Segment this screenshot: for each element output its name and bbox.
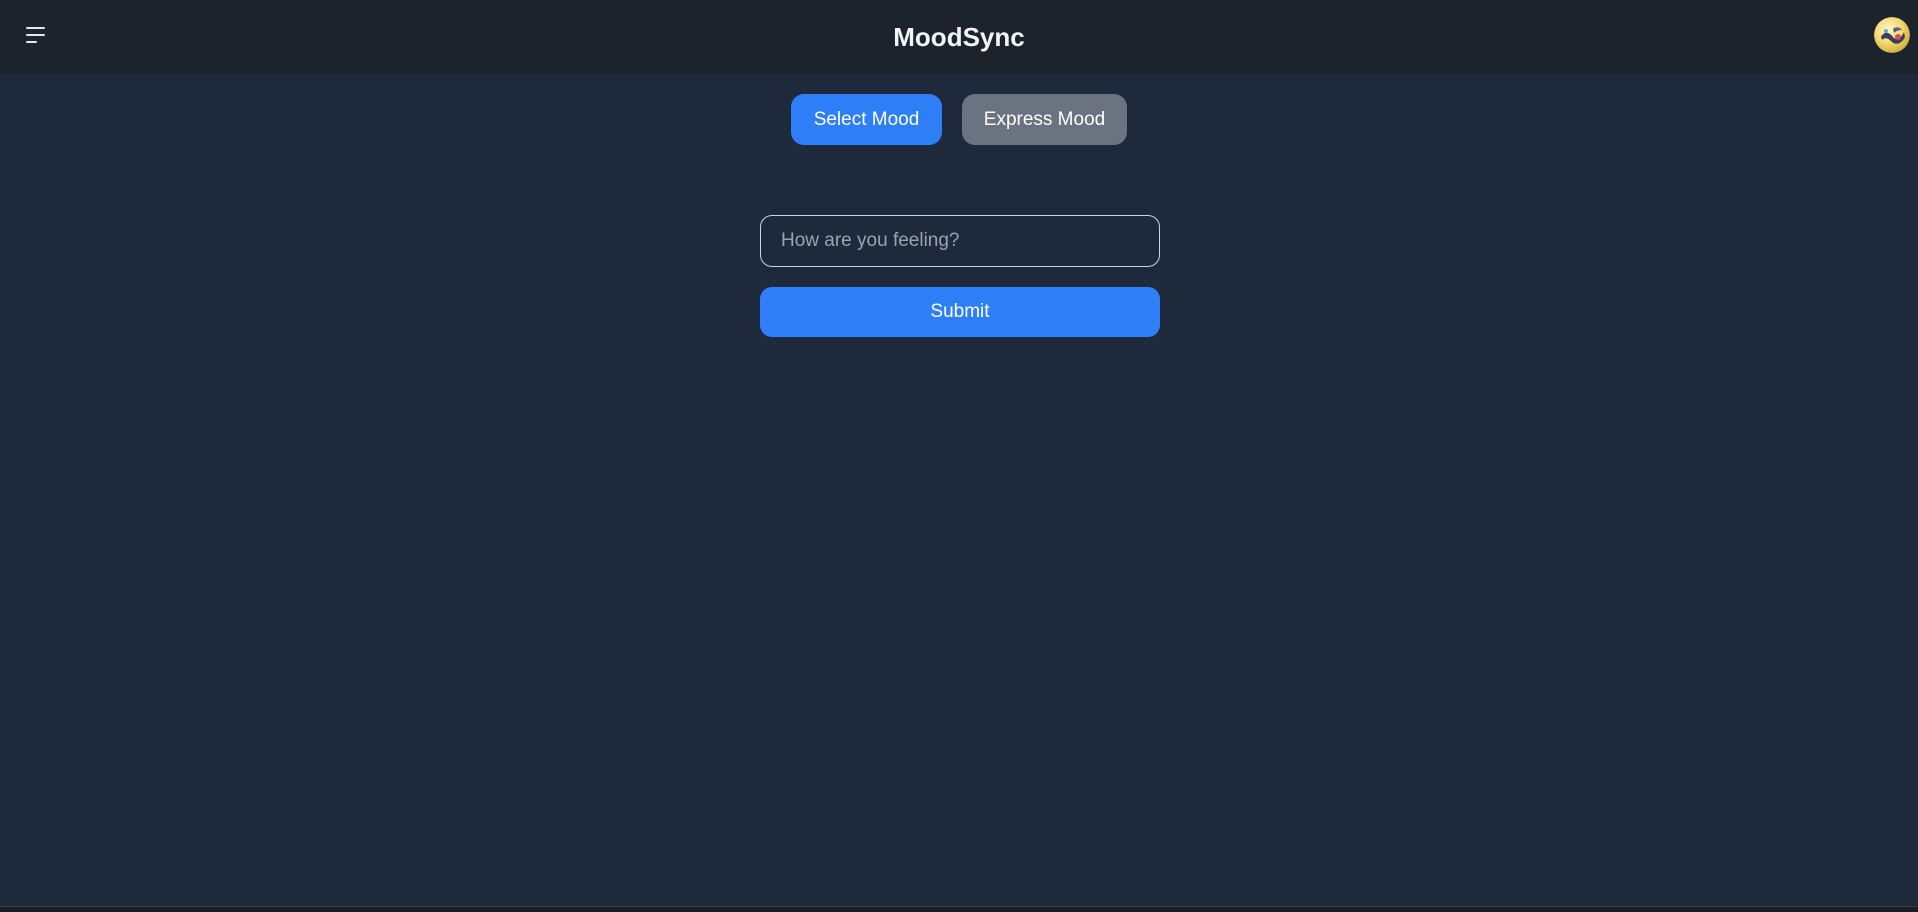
bottom-edge xyxy=(0,906,1918,912)
submit-button[interactable]: Submit xyxy=(760,287,1160,337)
app-root: MoodSync Select Mood Express Mood How ar… xyxy=(0,0,1918,912)
hamburger-menu-icon-line xyxy=(26,41,37,43)
mood-mode-tabs: Select Mood Express Mood xyxy=(0,94,1918,146)
hamburger-menu-icon-line xyxy=(26,34,45,36)
express-mood-button[interactable]: Express Mood xyxy=(962,94,1127,145)
app-title: MoodSync xyxy=(893,22,1025,52)
user-avatar[interactable] xyxy=(1874,17,1910,53)
top-bar: MoodSync xyxy=(0,0,1918,74)
menu-button[interactable] xyxy=(20,22,50,50)
select-mood-button[interactable]: Select Mood xyxy=(791,94,942,145)
hamburger-menu-icon xyxy=(26,27,45,29)
mood-input[interactable] xyxy=(760,215,1160,267)
avatar-image-icon xyxy=(1874,17,1910,53)
